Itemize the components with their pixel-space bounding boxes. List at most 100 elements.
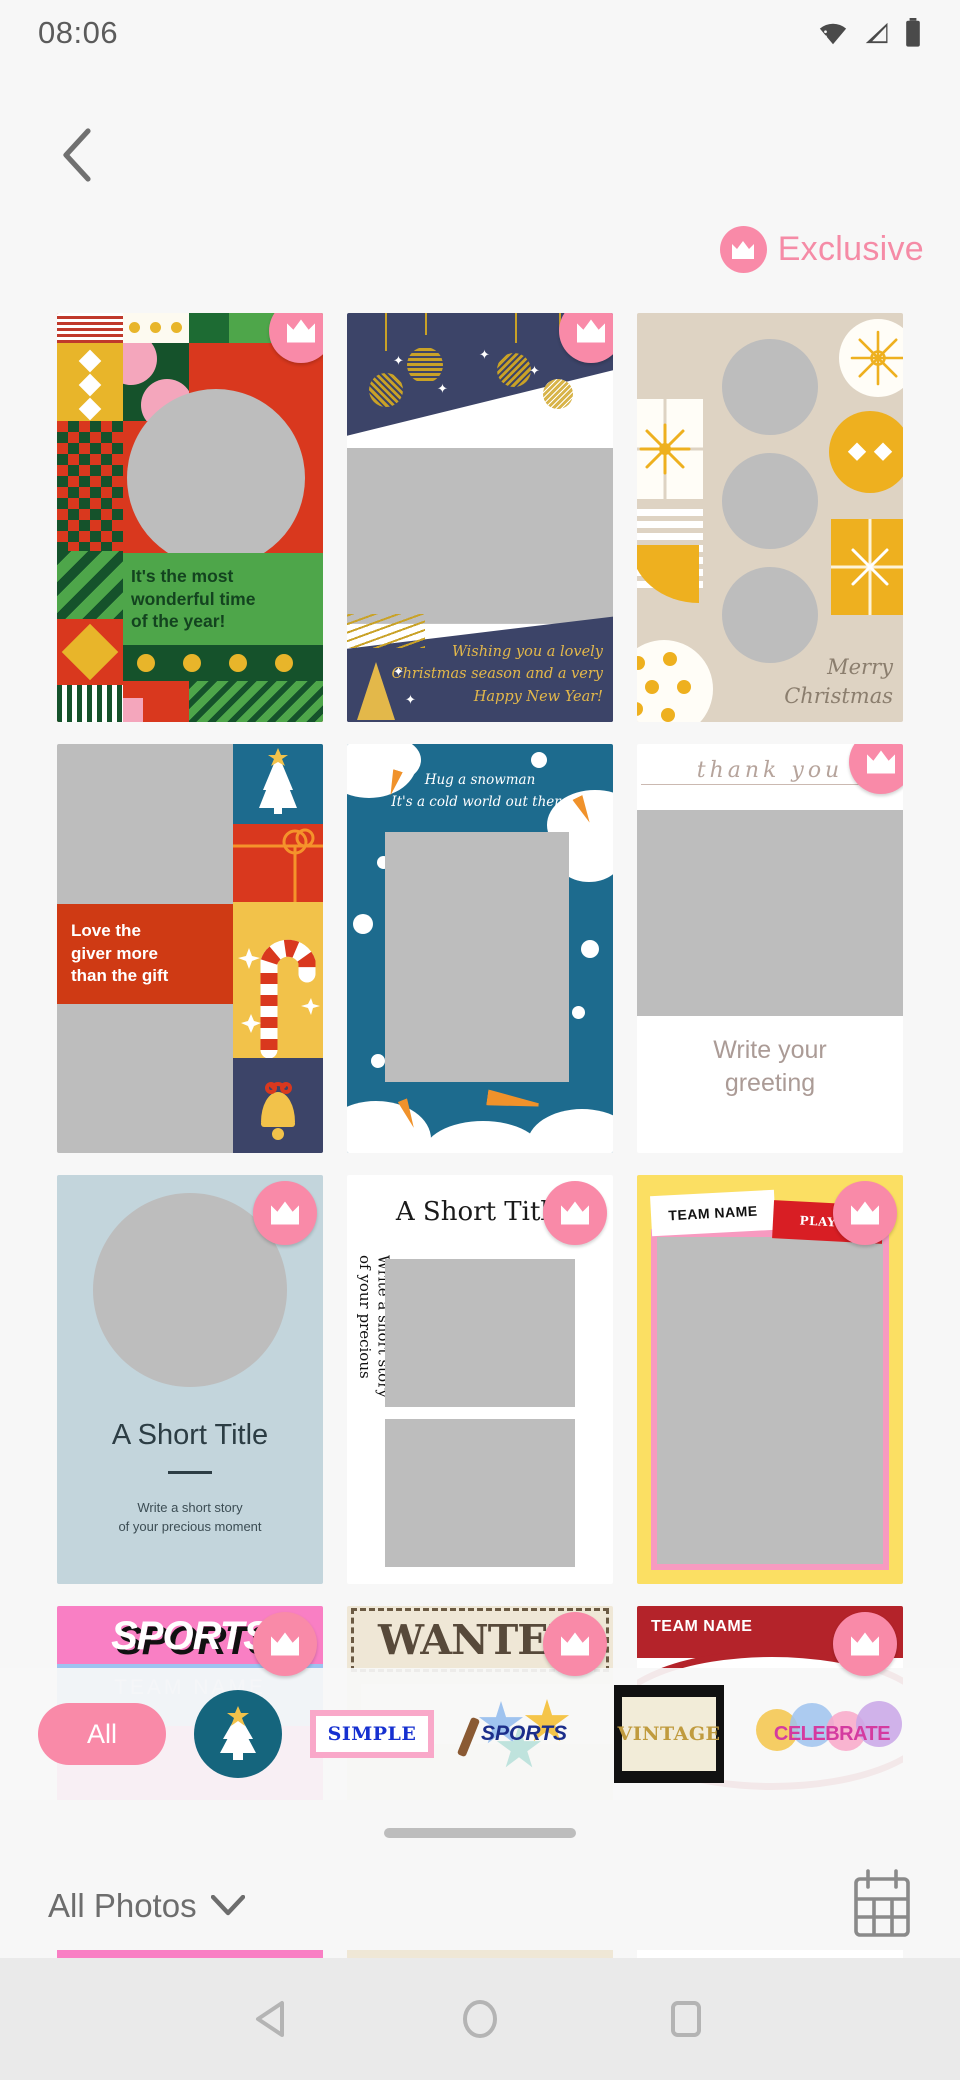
candy-cane-icon (238, 939, 320, 1059)
snow-dot (353, 914, 373, 934)
icon-panel (233, 1058, 323, 1153)
premium-crown-badge (833, 1612, 897, 1676)
team-name-label: TEAM NAME (651, 1618, 753, 1635)
baseball-bat-icon (456, 1716, 481, 1758)
template-message: It's the most wonderful time of the year… (131, 566, 256, 632)
bottom-sheet: All Photos (0, 1800, 960, 1950)
christmas-tree-icon (259, 748, 297, 814)
circle-home-icon[interactable] (458, 1997, 502, 2041)
filter-chip-sports[interactable]: SPORTS (456, 1690, 586, 1778)
divider-line (168, 1471, 212, 1474)
template-card[interactable]: Hug a snowman It's a cold world out ther… (347, 744, 613, 1153)
snow-dot (371, 1054, 385, 1068)
ornament-string (425, 313, 427, 335)
ornament-icon (543, 379, 573, 409)
sparkle-icon: ✦ (437, 381, 448, 396)
filter-chip-christmas[interactable] (194, 1690, 282, 1778)
photo-placeholder[interactable] (127, 389, 305, 567)
photo-placeholder[interactable] (722, 453, 818, 549)
album-label: All Photos (48, 1887, 197, 1924)
template-card[interactable]: TEAM NAME PLAYER (637, 1175, 903, 1584)
filter-chip-celebrate[interactable]: CELEBRATE (752, 1690, 912, 1778)
gift-box-icon (637, 399, 703, 499)
filter-chip-simple[interactable]: SIMPLE (310, 1690, 434, 1778)
green-block (189, 313, 229, 343)
snow-dot (581, 940, 599, 958)
filter-chip-all[interactable]: All (38, 1703, 166, 1765)
filter-chip-vintage[interactable]: VINTAGE (614, 1685, 724, 1783)
chevron-left-icon (63, 128, 91, 182)
filter-chip-celebrate-label: CELEBRATE (773, 1722, 891, 1745)
filter-chip-vintage-label: VINTAGE (617, 1697, 720, 1771)
template-message-box: Love the giver more than the gift (57, 904, 233, 1004)
status-bar: 08:06 (0, 0, 960, 66)
template-card[interactable]: It's the most wonderful time of the year… (57, 313, 323, 722)
premium-crown-badge (543, 1181, 607, 1245)
premium-crown-badge (253, 1612, 317, 1676)
filter-chip-simple-label: SIMPLE (310, 1710, 434, 1758)
premium-crown-badge (833, 1181, 897, 1245)
gold-diamond-pattern (57, 343, 123, 421)
template-message: Hug a snowman It's a cold world out ther… (391, 772, 569, 810)
snowflake-badge (839, 319, 903, 397)
status-time: 08:06 (38, 15, 119, 50)
filter-chip-sports-label: SPORTS (481, 1722, 567, 1745)
photo-placeholder[interactable] (722, 339, 818, 435)
square-recents-icon[interactable] (664, 1997, 708, 2041)
calendar-icon (854, 1868, 910, 1937)
premium-crown-badge (253, 1181, 317, 1245)
template-message-box: It's the most wonderful time of the year… (123, 553, 323, 645)
ornament-string (385, 313, 387, 351)
ornament-icon (829, 411, 903, 493)
icon-panel (233, 744, 323, 824)
vertical-stripe-pattern (57, 685, 123, 722)
gift-box-icon (831, 519, 903, 615)
polka-dot-ornament (637, 640, 713, 722)
template-card[interactable]: thank you Write your greeting (637, 744, 903, 1153)
photo-placeholder[interactable] (385, 832, 569, 1082)
sparkle-icon: ✦ (529, 363, 540, 378)
photo-placeholder[interactable] (722, 567, 818, 663)
exclusive-label: Exclusive (777, 230, 924, 268)
template-card[interactable]: A Short Title Write a short story of you… (347, 1175, 613, 1584)
template-title: A Short Title (111, 1419, 269, 1451)
photo-placeholder[interactable] (637, 810, 903, 1016)
app-screen: 08:06 Exclusive It's the most wonderful … (0, 0, 960, 2080)
premium-crown-badge (849, 744, 903, 794)
template-message: Merry Christmas (784, 655, 893, 708)
template-card[interactable]: Merry Christmas (637, 313, 903, 722)
drag-handle[interactable] (384, 1828, 576, 1838)
ornament-string (515, 313, 517, 343)
status-icons (818, 18, 922, 48)
battery-icon (906, 18, 920, 47)
back-button[interactable] (40, 118, 114, 192)
exclusive-label-row[interactable]: Exclusive (719, 226, 924, 273)
photo-placeholder[interactable] (347, 447, 613, 624)
wifi-icon (819, 23, 847, 45)
template-message: Love the giver more than the gift (71, 921, 169, 986)
quarter-circle-shape (637, 545, 699, 603)
icon-panel (233, 824, 323, 902)
template-card[interactable]: Love the giver more than the gift (57, 744, 323, 1153)
photo-placeholder[interactable] (385, 1419, 575, 1567)
pink-block (123, 698, 143, 722)
template-message: Write your greeting (713, 1036, 827, 1097)
sparkle-icon: ✦ (479, 347, 490, 362)
snow-dot (572, 1006, 585, 1019)
team-name-label: TEAM NAME (650, 1189, 776, 1237)
gold-dot-row (123, 645, 323, 681)
gift-box-icon (233, 828, 323, 902)
cellular-signal-icon (865, 22, 888, 44)
android-nav-bar (0, 1958, 960, 2080)
template-card[interactable]: ✦ ✦ ✦ ✦ ✦ ✦ Wishing you a lovely Christm… (347, 313, 613, 722)
photo-placeholder[interactable] (385, 1259, 575, 1407)
triangle-pattern (57, 551, 123, 619)
triangle-back-icon[interactable] (252, 1997, 296, 2041)
crown-icon (719, 226, 767, 273)
album-selector[interactable]: All Photos (48, 1887, 245, 1925)
diamond-shape (57, 619, 123, 685)
template-message: Wishing you a lovely Christmas season an… (391, 643, 603, 705)
template-card[interactable]: A Short Title Write a short story of you… (57, 1175, 323, 1584)
calendar-button[interactable] (852, 1868, 912, 1944)
photo-placeholder[interactable] (657, 1237, 883, 1564)
